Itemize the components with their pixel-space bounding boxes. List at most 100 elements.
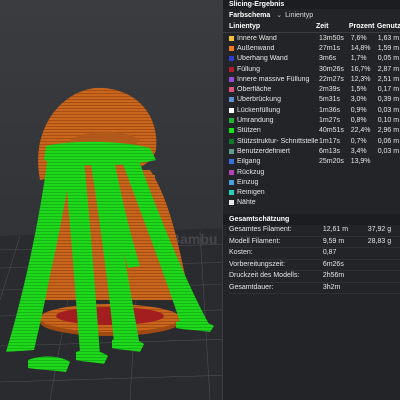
line-type-name: Überhang Wand xyxy=(237,55,288,63)
estimate-value-2 xyxy=(368,271,400,282)
line-type-time: 3m6s xyxy=(319,55,337,63)
color-swatch[interactable] xyxy=(229,35,234,41)
line-type-row[interactable]: Überbrückung 5m31s 3,0% 0,39 m xyxy=(223,95,400,105)
line-type-name: Innere massive Füllung xyxy=(237,75,310,83)
estimate-key: Druckzeit des Modells: xyxy=(229,272,300,280)
line-type-row[interactable]: Innere massive Füllung 22m27s 12,3% 2,51 m xyxy=(223,74,400,84)
line-type-row[interactable]: Stützen 40m51s 22,4% 2,96 m xyxy=(223,126,400,136)
line-type-percent: 0,9% xyxy=(350,106,367,114)
estimate-value-2 xyxy=(368,248,400,259)
color-swatch[interactable] xyxy=(229,56,234,62)
line-type-row[interactable]: Reinigen xyxy=(223,187,400,197)
line-type-cell: Einzug xyxy=(229,179,319,186)
line-type-name: Benutzerdefiniert xyxy=(237,147,290,155)
color-swatch[interactable] xyxy=(229,97,234,103)
line-type-time: 1m17s xyxy=(319,137,341,145)
line-type-name: Eilgang xyxy=(237,158,261,166)
line-type-row[interactable]: Eilgang 25m20s 13,9% xyxy=(223,157,400,167)
line-type-cell: Stützstruktur- Schnittstelle xyxy=(229,138,319,145)
line-type-cell: Außenwand xyxy=(229,45,319,52)
line-type-used: 1,63 m xyxy=(377,34,400,42)
estimate-value-2: 37,92 g xyxy=(367,226,392,234)
line-type-used: 0,03 m xyxy=(377,106,400,114)
estimate-list: Gesamtes Filament: 12,61 m 37,92 g Modell F… xyxy=(223,225,400,295)
line-type-name: Einzug xyxy=(237,178,259,186)
line-type-row[interactable]: Benutzerdefiniert 6m13s 3,4% 0,03 m xyxy=(223,146,400,156)
line-type-used: 2,87 m xyxy=(377,65,400,73)
color-swatch[interactable] xyxy=(229,118,234,124)
line-type-row[interactable]: Oberfläche 2m39s 1,5% 0,17 m xyxy=(223,84,400,94)
color-swatch[interactable] xyxy=(229,200,234,206)
line-type-name: Überbrückung xyxy=(237,96,281,104)
line-type-row[interactable]: Überhang Wand 3m6s 1,7% 0,05 m xyxy=(223,54,400,64)
line-type-name: Reinigen xyxy=(237,189,265,197)
line-type-row[interactable]: Stützstruktur- Schnittstelle 1m17s 0,7% 0,0… xyxy=(223,136,400,146)
line-type-used: 0,17 m xyxy=(377,86,400,94)
estimate-value-2 xyxy=(368,260,400,271)
line-type-used: 2,96 m xyxy=(377,127,400,135)
line-type-name: Umrandung xyxy=(237,117,274,125)
line-type-cell: Oberfläche xyxy=(229,86,319,93)
color-scheme-value: Linientyp xyxy=(285,11,314,19)
line-type-table-header: Linientyp Zeit Prozent Genutztes xyxy=(223,21,400,33)
line-type-row[interactable]: Innere Wand 13m50s 7,6% 1,63 m xyxy=(223,33,400,43)
color-swatch[interactable] xyxy=(229,179,234,185)
color-swatch[interactable] xyxy=(229,148,234,154)
line-type-row[interactable]: Lückenfüllung 1m36s 0,9% 0,03 m xyxy=(223,105,400,115)
line-type-name: Oberfläche xyxy=(237,86,272,94)
line-type-time: 27m1s xyxy=(319,44,341,52)
color-swatch[interactable] xyxy=(229,128,234,134)
color-swatch[interactable] xyxy=(229,87,234,93)
line-type-row[interactable]: Umrandung 1m27s 0,8% 0,10 m xyxy=(223,115,400,125)
line-type-time: 25m20s xyxy=(319,158,344,166)
color-swatch[interactable] xyxy=(229,138,234,144)
color-scheme-dropdown[interactable]: ⌄ Linientyp xyxy=(276,11,314,20)
color-swatch[interactable] xyxy=(229,159,234,165)
line-type-percent: 1,7% xyxy=(350,55,367,63)
estimate-value: 2h56m xyxy=(322,272,345,280)
line-type-row[interactable]: Füllung 30m26s 16,7% 2,87 m xyxy=(223,64,400,74)
line-type-percent: 0,8% xyxy=(350,117,367,125)
line-type-percent: 12,3% xyxy=(350,75,371,83)
header-used: Genutztes xyxy=(376,23,400,30)
color-swatch[interactable] xyxy=(229,169,234,175)
line-type-row[interactable]: Außenwand 27m1s 14,8% 1,59 m xyxy=(223,43,400,53)
line-type-name: Stützen xyxy=(237,127,261,135)
line-type-cell: Überhang Wand xyxy=(229,55,319,62)
line-type-cell: Eilgang xyxy=(229,158,319,165)
line-type-percent: 3,4% xyxy=(350,147,367,155)
slicing-result-panel: Slicing-Ergebnis Farbschema ⌄ Linientyp … xyxy=(222,0,400,400)
line-type-list: Innere Wand 13m50s 7,6% 1,63 m Außenwand 27m1… xyxy=(223,33,400,208)
line-type-time: 6m13s xyxy=(319,147,341,155)
header-line-type: Linientyp xyxy=(229,23,261,30)
estimate-key: Modell Filament: xyxy=(229,237,281,245)
header-time: Zeit xyxy=(315,23,329,30)
estimate-value: 3h2m xyxy=(322,283,341,291)
line-type-percent: 3,0% xyxy=(350,96,367,104)
color-swatch[interactable] xyxy=(229,190,234,196)
color-swatch[interactable] xyxy=(229,76,234,82)
panel-title: Slicing-Ergebnis xyxy=(223,0,400,9)
line-type-cell: Stützen xyxy=(229,127,319,134)
line-type-row[interactable]: Rückzug xyxy=(223,167,400,177)
estimate-row: Modell Filament: 9,59 m 28,83 g xyxy=(229,237,400,249)
color-swatch[interactable] xyxy=(229,66,234,72)
line-type-row[interactable]: Einzug xyxy=(223,177,400,187)
line-type-name: Stützstruktur- Schnittstelle xyxy=(237,137,319,145)
estimate-key: Gesamtdauer: xyxy=(229,283,274,291)
line-type-used: 0,03 m xyxy=(377,147,400,155)
line-type-time: 5m31s xyxy=(319,96,341,104)
estimate-value: 9,59 m xyxy=(322,237,345,245)
estimate-row: Gesamtdauer: 3h2m xyxy=(229,283,400,295)
color-swatch[interactable] xyxy=(229,45,234,51)
color-swatch[interactable] xyxy=(229,107,234,113)
line-type-cell: Reinigen xyxy=(229,189,319,196)
line-type-used: 2,51 m xyxy=(377,75,400,83)
line-type-cell: Nähte xyxy=(229,199,319,206)
line-type-percent: 7,6% xyxy=(350,34,367,42)
line-type-name: Rückzug xyxy=(237,168,265,176)
line-type-cell: Füllung xyxy=(229,66,319,73)
line-type-time: 2m39s xyxy=(319,86,341,94)
line-type-percent: 1,5% xyxy=(350,86,367,94)
line-type-row[interactable]: Nähte xyxy=(223,198,400,208)
